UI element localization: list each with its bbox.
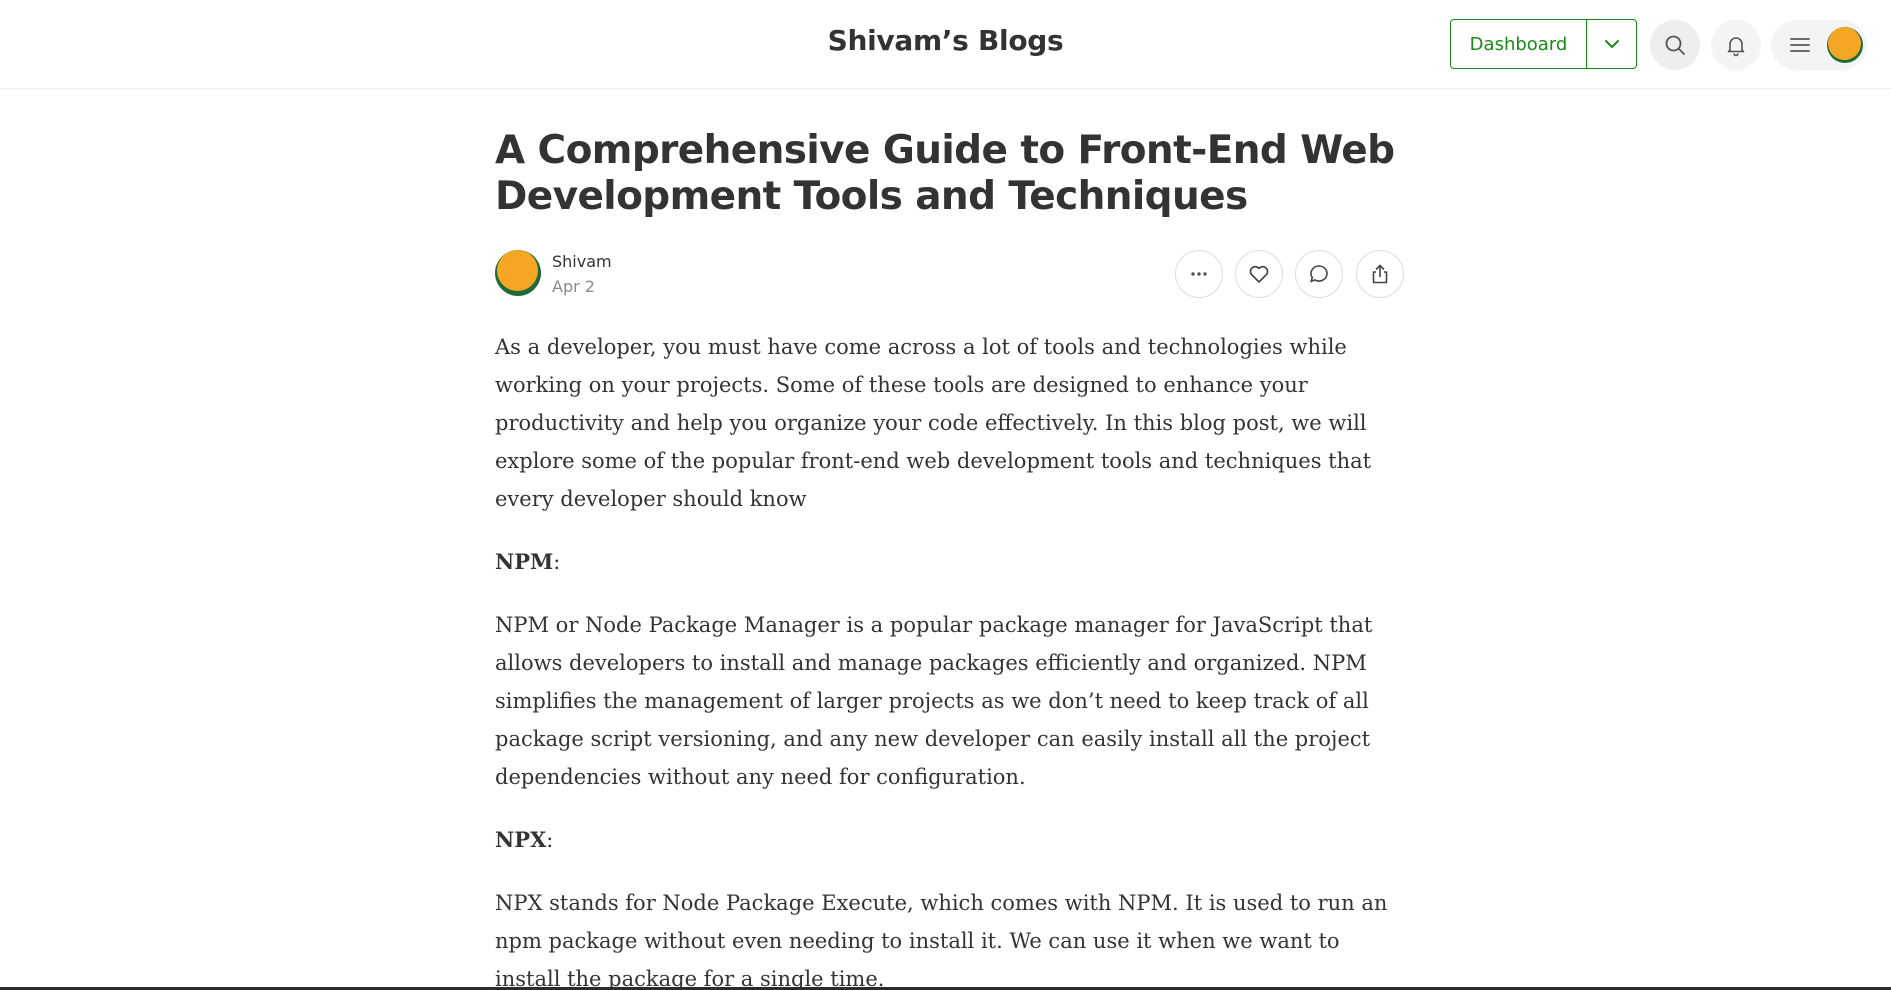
like-button[interactable] xyxy=(1235,250,1283,298)
user-avatar xyxy=(1827,27,1863,63)
paragraph-npm: NPM or Node Package Manager is a popular… xyxy=(495,613,1373,789)
bell-icon xyxy=(1727,37,1745,57)
share-button[interactable] xyxy=(1356,250,1404,298)
heading-npm: NPM xyxy=(495,549,554,574)
top-header: Shivam’s Blogs Dashboard xyxy=(0,0,1891,89)
author-name[interactable]: Shivam xyxy=(552,252,612,271)
user-menu-button[interactable] xyxy=(1771,20,1867,70)
article-body: As a developer, you must have come acros… xyxy=(495,328,1405,990)
notifications-button[interactable] xyxy=(1711,20,1761,70)
search-button[interactable] xyxy=(1650,20,1700,70)
section-heading-npx: NPX: xyxy=(495,821,1405,859)
more-horizontal-icon xyxy=(1191,272,1207,276)
paragraph-npx: NPX stands for Node Package Execute, whi… xyxy=(495,891,1388,990)
heading-npx-colon: : xyxy=(546,828,554,852)
search-icon xyxy=(1665,35,1685,55)
post-date: Apr 2 xyxy=(552,277,595,296)
hamburger-icon xyxy=(1790,38,1810,52)
heading-npx: NPX xyxy=(495,827,547,852)
heading-npm-colon: : xyxy=(553,550,561,574)
paragraph-intro: As a developer, you must have come acros… xyxy=(495,335,1372,511)
dashboard-button[interactable]: Dashboard xyxy=(1451,20,1587,68)
section-heading-npm: NPM: xyxy=(495,543,1405,581)
dashboard-button-group: Dashboard xyxy=(1450,19,1637,69)
heart-icon xyxy=(1249,265,1269,283)
dashboard-dropdown-button[interactable] xyxy=(1587,20,1636,68)
article-meta: Shivam Apr 2 xyxy=(495,250,1405,300)
article-title: A Comprehensive Guide to Front-End Web D… xyxy=(495,128,1395,219)
page: Shivam’s Blogs Dashboard A Comprehensive… xyxy=(0,0,1891,990)
chevron-down-icon xyxy=(1604,40,1619,48)
share-icon xyxy=(1372,264,1388,284)
more-options-button[interactable] xyxy=(1175,250,1223,298)
comment-icon xyxy=(1310,265,1328,283)
article-header: A Comprehensive Guide to Front-End Web D… xyxy=(495,128,1405,220)
comment-button[interactable] xyxy=(1295,250,1343,298)
author-avatar[interactable] xyxy=(495,250,541,296)
